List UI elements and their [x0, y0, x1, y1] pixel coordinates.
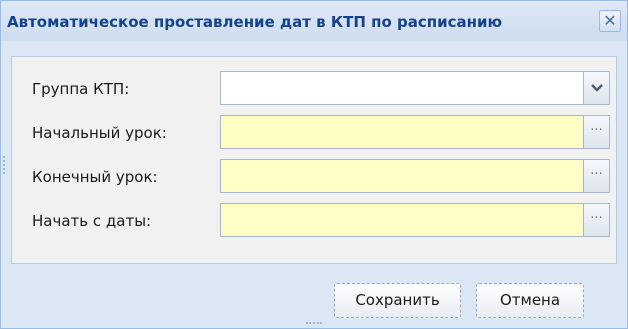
ktp-group-label: Группа КТП:: [32, 80, 130, 98]
save-button[interactable]: Сохранить: [334, 283, 461, 318]
dialog-title: Автоматическое проставление дат в КТП по…: [7, 13, 503, 31]
start-date-picker-button[interactable]: ···: [584, 203, 610, 237]
dialog-titlebar[interactable]: Автоматическое проставление дат в КТП по…: [1, 1, 627, 41]
end-lesson-label: Конечный урок:: [32, 168, 158, 186]
ellipsis-icon: ···: [590, 167, 603, 182]
dialog-window: Автоматическое проставление дат в КТП по…: [0, 0, 628, 329]
start-lesson-label: Начальный урок:: [32, 124, 167, 142]
ktp-group-combo[interactable]: [220, 71, 584, 105]
start-lesson-field[interactable]: [220, 115, 584, 149]
resize-grip-bottom[interactable]: [306, 322, 322, 326]
form-row-ktp-group: Группа КТП:: [12, 71, 616, 107]
end-lesson-field[interactable]: [220, 159, 584, 193]
start-date-field[interactable]: [220, 203, 584, 237]
end-lesson-picker-button[interactable]: ···: [584, 159, 610, 193]
form-row-start-lesson: Начальный урок: ···: [12, 115, 616, 151]
form-panel: Группа КТП: Начальный урок: ··· Конечный…: [11, 56, 617, 264]
chevron-down-icon: [590, 84, 603, 92]
form-row-end-lesson: Конечный урок: ···: [12, 159, 616, 195]
start-date-label: Начать с даты:: [32, 212, 152, 230]
resize-grip-left[interactable]: [3, 156, 7, 174]
close-icon[interactable]: ✕: [599, 10, 621, 32]
ellipsis-icon: ···: [590, 211, 603, 226]
form-row-start-date: Начать с даты: ···: [12, 203, 616, 239]
ktp-group-dropdown-button[interactable]: [584, 71, 610, 105]
ellipsis-icon: ···: [590, 123, 603, 138]
start-lesson-picker-button[interactable]: ···: [584, 115, 610, 149]
cancel-button[interactable]: Отмена: [476, 283, 584, 318]
